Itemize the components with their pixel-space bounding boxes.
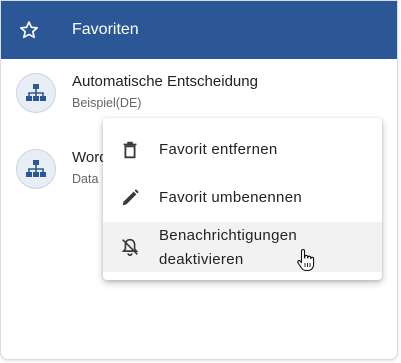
favorite-subtitle: Data: [72, 172, 99, 186]
favorites-header: Favoriten: [1, 1, 397, 59]
bell-off-icon: [121, 238, 139, 257]
rename-favorite-menu-item[interactable]: Favorit umbenennen: [103, 174, 382, 222]
favorite-subtitle: Beispiel(DE): [72, 96, 142, 110]
sitemap-icon: [26, 84, 46, 101]
favorite-name: Automatische Entscheidung: [72, 73, 258, 90]
avatar: [16, 73, 56, 113]
rename-favorite-label: Favorit umbenennen: [159, 189, 302, 206]
trash-icon: [123, 141, 137, 159]
avatar: [16, 149, 56, 189]
page-title: Favoriten: [72, 21, 139, 38]
disable-notifications-label-line1: Benachrichtigungen: [159, 227, 297, 244]
context-menu: Favorit entfernen Favorit umbenennen Ben…: [103, 118, 382, 280]
remove-favorite-menu-item[interactable]: Favorit entfernen: [103, 126, 382, 174]
disable-notifications-menu-item[interactable]: Benachrichtigungen deaktivieren: [103, 222, 382, 272]
disable-notifications-label-line2: deaktivieren: [159, 251, 244, 268]
star-outline-icon[interactable]: [19, 20, 39, 40]
remove-favorite-label: Favorit entfernen: [159, 141, 278, 158]
pencil-icon: [122, 189, 139, 206]
hand-pointer-cursor-icon: [297, 248, 315, 272]
sitemap-icon: [26, 160, 46, 177]
